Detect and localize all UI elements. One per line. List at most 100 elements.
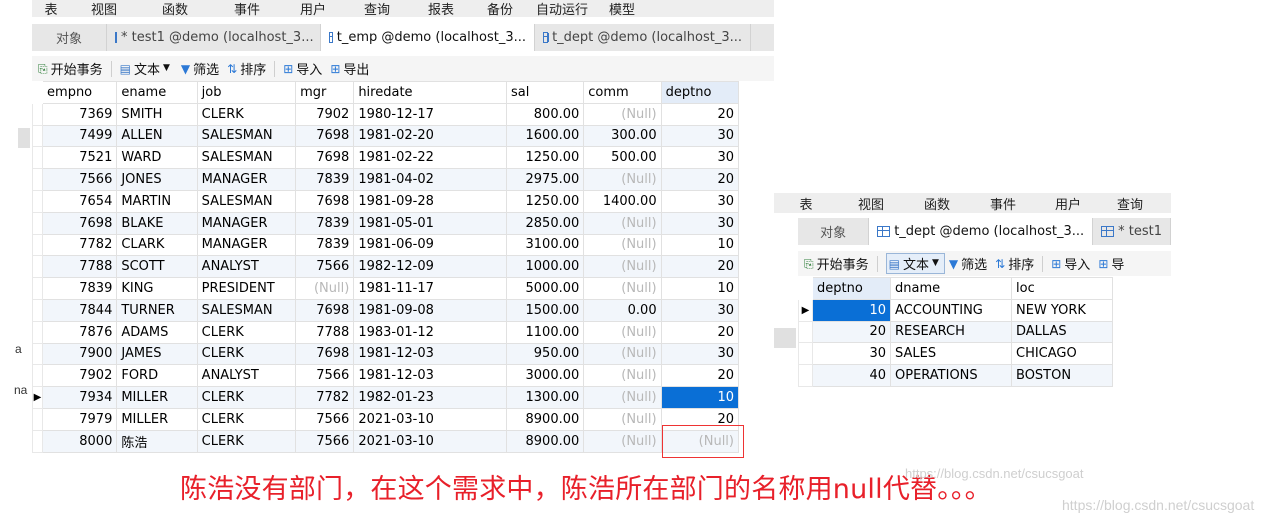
export-button[interactable]: ⊞ 导出 xyxy=(330,59,369,79)
row-indicator[interactable] xyxy=(32,364,44,388)
table-row[interactable]: 7654 MARTIN SALESMAN 7698 1981-09-28 1250.00 1… xyxy=(32,189,740,213)
table-cell[interactable]: CLERK xyxy=(196,407,297,431)
menu-item[interactable]: 表 xyxy=(32,0,70,18)
table-cell[interactable]: 7788 xyxy=(295,320,355,344)
table-cell[interactable]: SCOTT xyxy=(116,255,198,279)
row-indicator[interactable] xyxy=(32,168,44,191)
table-cell[interactable]: MANAGER xyxy=(196,233,297,257)
table-cell[interactable]: CLERK xyxy=(196,386,297,409)
row-indicator[interactable]: ▶ xyxy=(798,298,813,322)
table-cell[interactable]: 30 xyxy=(812,342,891,366)
table-cell[interactable]: 950.00 xyxy=(505,342,585,366)
table-cell[interactable]: 40 xyxy=(812,364,891,387)
table-cell[interactable]: 5000.00 xyxy=(505,277,585,300)
table-cell[interactable]: 1981-02-20 xyxy=(353,124,507,148)
table-cell[interactable]: 800.00 xyxy=(505,102,585,126)
table-cell[interactable]: CLARK xyxy=(116,233,198,257)
column-header-deptno[interactable]: deptno xyxy=(660,81,740,104)
tab-test1[interactable]: * test1 xyxy=(1093,218,1171,245)
sort-button[interactable]: ⇅ 排序 xyxy=(995,254,1034,274)
table-cell[interactable]: 10 xyxy=(812,298,891,322)
table-row[interactable]: 7902 FORD ANALYST 7566 1981-12-03 3000.00 (Nul… xyxy=(32,364,740,388)
table-cell[interactable]: 7698 xyxy=(295,342,355,366)
table-cell[interactable]: SMITH xyxy=(116,102,198,126)
tab-t-emp[interactable]: t_emp @demo (localhost_3... xyxy=(321,24,535,51)
row-indicator[interactable] xyxy=(798,342,813,366)
column-header-comm[interactable]: comm xyxy=(583,81,662,104)
row-indicator[interactable] xyxy=(32,255,44,279)
row-indicator[interactable] xyxy=(32,298,44,322)
table-row[interactable]: 20 RESEARCH DALLAS xyxy=(798,320,1113,344)
table-row[interactable]: 7900 JAMES CLERK 7698 1981-12-03 950.00 (Null)… xyxy=(32,342,740,366)
table-cell[interactable]: 7900 xyxy=(42,342,118,366)
table-cell[interactable]: 1981-09-08 xyxy=(353,298,507,322)
table-cell[interactable]: 1100.00 xyxy=(505,320,585,344)
begin-transaction-button[interactable]: ⎘ 开始事务 xyxy=(38,59,103,79)
table-cell[interactable]: 1983-01-12 xyxy=(353,320,507,344)
table-cell[interactable]: (Null) xyxy=(583,407,662,431)
table-cell[interactable]: 20 xyxy=(660,102,740,126)
table-cell[interactable]: KING xyxy=(116,277,198,300)
table-cell[interactable]: 30 xyxy=(660,124,740,148)
menu-item[interactable]: 视图 xyxy=(838,194,904,213)
table-row[interactable]: 7521 WARD SALESMAN 7698 1981-02-22 1250.00 500… xyxy=(32,146,740,170)
table-cell[interactable]: 3000.00 xyxy=(505,364,585,388)
filter-button[interactable]: ▼ 筛选 xyxy=(181,59,219,79)
table-cell[interactable]: (Null) xyxy=(583,233,662,257)
table-cell[interactable]: 7654 xyxy=(42,189,118,213)
row-indicator[interactable] xyxy=(32,233,44,257)
table-cell[interactable]: BOSTON xyxy=(1011,364,1113,387)
table-cell[interactable]: WARD xyxy=(116,146,198,170)
row-indicator[interactable] xyxy=(32,146,44,170)
table-cell[interactable]: 20 xyxy=(660,320,740,344)
table-cell[interactable]: 7566 xyxy=(295,407,355,431)
table-cell[interactable]: 7566 xyxy=(295,255,355,279)
column-header-sal[interactable]: sal xyxy=(505,81,585,104)
text-view-button[interactable]: ▤ 文本 ▼ xyxy=(885,253,945,274)
table-cell[interactable]: 10 xyxy=(660,277,740,300)
table-row[interactable]: ▶ 10 ACCOUNTING NEW YORK xyxy=(798,298,1113,322)
table-cell[interactable]: 7844 xyxy=(42,298,118,322)
table-cell[interactable]: ANALYST xyxy=(196,364,297,388)
table-cell[interactable]: 2850.00 xyxy=(505,211,585,235)
column-header-deptno[interactable]: deptno xyxy=(812,277,891,300)
table-cell[interactable]: 7499 xyxy=(42,124,118,148)
table-cell[interactable]: 1400.00 xyxy=(583,189,662,213)
column-header-loc[interactable]: loc xyxy=(1011,277,1113,300)
table-cell[interactable]: 7934 xyxy=(42,386,118,409)
table-row[interactable]: 7788 SCOTT ANALYST 7566 1982-12-09 1000.00 (Nu… xyxy=(32,255,740,279)
column-header-ename[interactable]: ename xyxy=(116,81,198,104)
table-cell[interactable]: 3100.00 xyxy=(505,233,585,257)
tab-t-dept[interactable]: t_dept @demo (localhost_3... xyxy=(869,218,1094,245)
table-cell[interactable]: 7698 xyxy=(295,124,355,148)
row-indicator[interactable] xyxy=(798,320,813,344)
table-row[interactable]: 7839 KING PRESIDENT (Null) 1981-11-17 5000.00… xyxy=(32,277,740,300)
table-cell[interactable]: 2021-03-10 xyxy=(353,429,507,453)
table-cell[interactable]: 1981-05-01 xyxy=(353,211,507,235)
table-cell[interactable]: (Null) xyxy=(295,277,355,300)
table-cell[interactable]: CHICAGO xyxy=(1011,342,1113,366)
menu-item[interactable]: 函数 xyxy=(138,0,212,18)
menu-item[interactable]: 事件 xyxy=(212,0,282,18)
table-cell[interactable]: 7698 xyxy=(295,298,355,322)
table-cell[interactable]: 7782 xyxy=(42,233,118,257)
begin-transaction-button[interactable]: ⎘ 开始事务 xyxy=(804,254,869,274)
table-cell[interactable]: 1981-06-09 xyxy=(353,233,507,257)
table-cell[interactable]: 7782 xyxy=(295,386,355,409)
export-button[interactable]: ⊞ 导 xyxy=(1098,254,1124,274)
menu-item[interactable]: 函数 xyxy=(904,194,970,213)
table-cell[interactable]: 8000 xyxy=(42,429,118,453)
row-indicator[interactable]: ▶ xyxy=(32,386,44,409)
table-row[interactable]: 7499 ALLEN SALESMAN 7698 1981-02-20 1600.00 30… xyxy=(32,124,740,148)
menu-item[interactable]: 用户 xyxy=(282,0,344,18)
table-row[interactable]: 8000 陈浩 CLERK 7566 2021-03-10 8900.00 (Null) (N… xyxy=(32,429,740,453)
table-cell[interactable]: ADAMS xyxy=(116,320,198,344)
table-cell[interactable]: MILLER xyxy=(116,407,198,431)
table-cell[interactable]: (Null) xyxy=(583,102,662,126)
table-row[interactable]: 40 OPERATIONS BOSTON xyxy=(798,364,1113,387)
sort-button[interactable]: ⇅ 排序 xyxy=(227,59,266,79)
menu-item[interactable]: 查询 xyxy=(1100,194,1160,213)
table-cell[interactable]: 20 xyxy=(812,320,891,344)
table-cell[interactable]: 2975.00 xyxy=(505,168,585,191)
table-cell[interactable]: 500.00 xyxy=(583,146,662,170)
